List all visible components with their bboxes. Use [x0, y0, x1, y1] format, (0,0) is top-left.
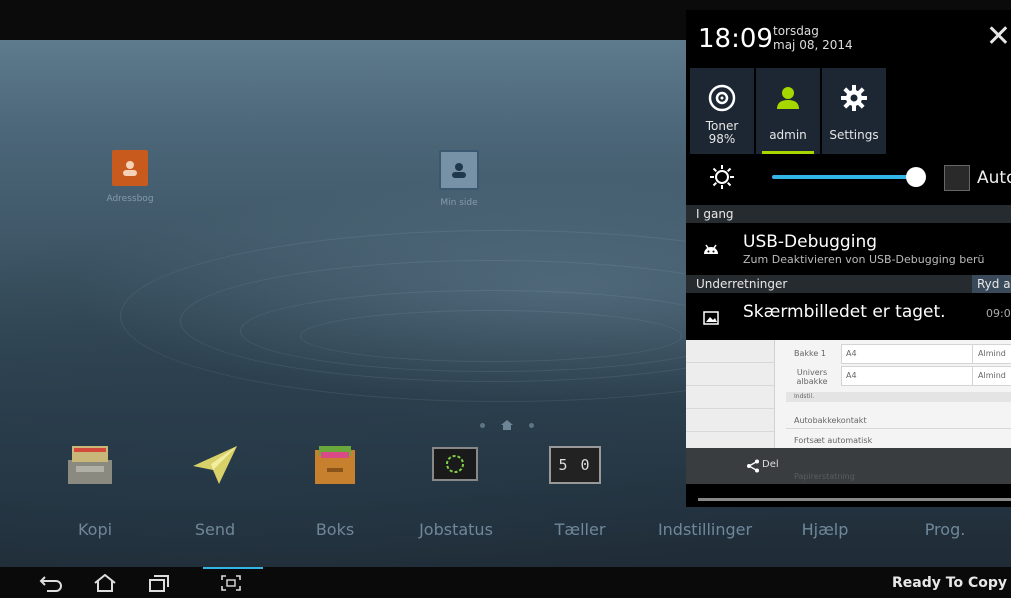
dock-copy[interactable]	[55, 440, 125, 490]
close-icon[interactable]: ✕	[986, 22, 1011, 52]
preview-section-label: Indstil.	[794, 393, 815, 400]
clock: 18:09	[698, 24, 773, 54]
copy-icon	[68, 446, 112, 484]
qs-admin[interactable]: admin	[756, 68, 820, 154]
toner-icon	[706, 82, 738, 114]
user-icon	[772, 82, 804, 114]
preview-sidebar	[686, 340, 775, 450]
preview-row-value: A4	[846, 349, 857, 358]
dock-box[interactable]	[300, 440, 370, 490]
preview-cell	[841, 366, 973, 386]
preview-row-label: Univers albakke	[796, 368, 828, 386]
dock-label-prog[interactable]: Prog.	[885, 520, 1005, 539]
desktop-icon-label: Adressbog	[106, 194, 154, 204]
preview-row-label: Bakke 1	[794, 349, 826, 358]
preview-line: Fortsæt automatisk	[794, 436, 873, 445]
desktop-icon-min-side[interactable]: Min side	[399, 150, 519, 208]
job-status-icon	[432, 447, 478, 481]
brightness-slider[interactable]	[772, 175, 918, 179]
active-indicator	[762, 151, 814, 154]
qs-toner[interactable]: Toner 98%	[690, 68, 754, 154]
dock-label-taeller[interactable]: Tæller	[520, 520, 640, 539]
preview-row-value: A4	[846, 371, 857, 380]
date-display: torsdag maj 08, 2014	[773, 24, 853, 52]
dock-label-hjaelp[interactable]: Hjælp	[765, 520, 885, 539]
active-indicator	[203, 567, 263, 569]
back-icon	[39, 576, 62, 592]
clear-button[interactable]: Ryd a	[972, 275, 1011, 293]
send-icon	[193, 446, 237, 484]
home-button[interactable]	[88, 572, 122, 594]
page-dot	[480, 422, 485, 428]
status-text: Ready To Copy	[892, 575, 1007, 591]
notifications-header: Underretninger	[696, 277, 788, 291]
dock-counter[interactable]: 5 0	[540, 440, 610, 490]
section-header-notifications: Underretninger	[686, 275, 1011, 293]
screenshot-button[interactable]	[203, 567, 263, 594]
preview-row-right: Almind	[978, 349, 1006, 358]
dock-send[interactable]	[180, 440, 250, 490]
profile-icon	[439, 150, 479, 190]
gear-icon	[838, 82, 870, 114]
brightness-slider-handle[interactable]	[906, 167, 926, 187]
qs-settings[interactable]: Settings	[822, 68, 886, 154]
home-icon	[94, 574, 116, 592]
screenshot-icon	[221, 575, 241, 591]
screenshot-notification-title: Skærmbilledet er taget.	[743, 302, 946, 322]
qs-label: Toner 98%	[690, 120, 754, 146]
day-label: torsdag	[773, 24, 819, 38]
usb-debugging-title: USB-Debugging	[743, 232, 878, 252]
home-page-icon	[501, 420, 513, 430]
panel-drag-handle[interactable]	[698, 498, 1011, 501]
auto-brightness-label: Auto	[977, 168, 1011, 188]
usb-debugging-subtitle: Zum Deaktivieren von USB-Debugging berü	[743, 253, 985, 266]
brightness-icon	[710, 165, 734, 193]
qs-label: Settings	[829, 128, 879, 142]
desktop-icon-label: Min side	[440, 198, 478, 208]
counter-icon: 5 0	[549, 446, 601, 484]
dock-label-send[interactable]: Send	[155, 520, 275, 539]
recent-apps-button[interactable]	[142, 572, 176, 594]
preview-line: Papirerstatning	[794, 472, 855, 481]
back-button[interactable]	[34, 572, 68, 594]
auto-brightness-checkbox[interactable]	[944, 165, 970, 191]
qs-label: admin	[769, 128, 807, 142]
preview-row-right: Almind	[978, 371, 1006, 380]
dock-label-kopi[interactable]: Kopi	[35, 520, 155, 539]
preview-line: Autobakkekontakt	[794, 416, 867, 425]
screen: Adressbog Min side 5 0 Kopi Send Boks Jo…	[0, 0, 1011, 598]
desktop-icon-adressbog[interactable]: Adressbog	[70, 150, 190, 204]
dock-label-indstillinger[interactable]: Indstillinger	[645, 520, 765, 539]
android-icon	[703, 241, 719, 260]
section-header-ongoing: I gang	[686, 205, 1011, 223]
dock-label-jobstatus[interactable]: Jobstatus	[396, 520, 516, 539]
ongoing-header: I gang	[696, 207, 734, 221]
counter-digits: 5 0	[558, 456, 592, 474]
notification-panel: 18:09 torsdag maj 08, 2014 ✕ Toner 98% a…	[686, 10, 1011, 507]
preview-section-bar	[786, 392, 1011, 402]
image-icon	[703, 310, 719, 329]
screenshot-notification-time: 09:0	[986, 307, 1011, 320]
page-dot	[529, 422, 534, 428]
toner-level: 98%	[708, 132, 736, 146]
contacts-icon	[112, 150, 148, 186]
share-label[interactable]: Del	[762, 459, 779, 470]
page-indicator	[480, 420, 534, 430]
screenshot-preview[interactable]: Bakke 1 A4 Almind Univers albakke A4 Alm…	[686, 340, 1011, 450]
recent-apps-icon	[149, 575, 169, 592]
box-icon	[315, 446, 355, 484]
share-icon[interactable]	[746, 458, 760, 477]
date-label: maj 08, 2014	[773, 38, 853, 52]
preview-cell	[841, 344, 973, 364]
dock-jobstatus[interactable]	[420, 440, 490, 490]
dock-label-boks[interactable]: Boks	[275, 520, 395, 539]
